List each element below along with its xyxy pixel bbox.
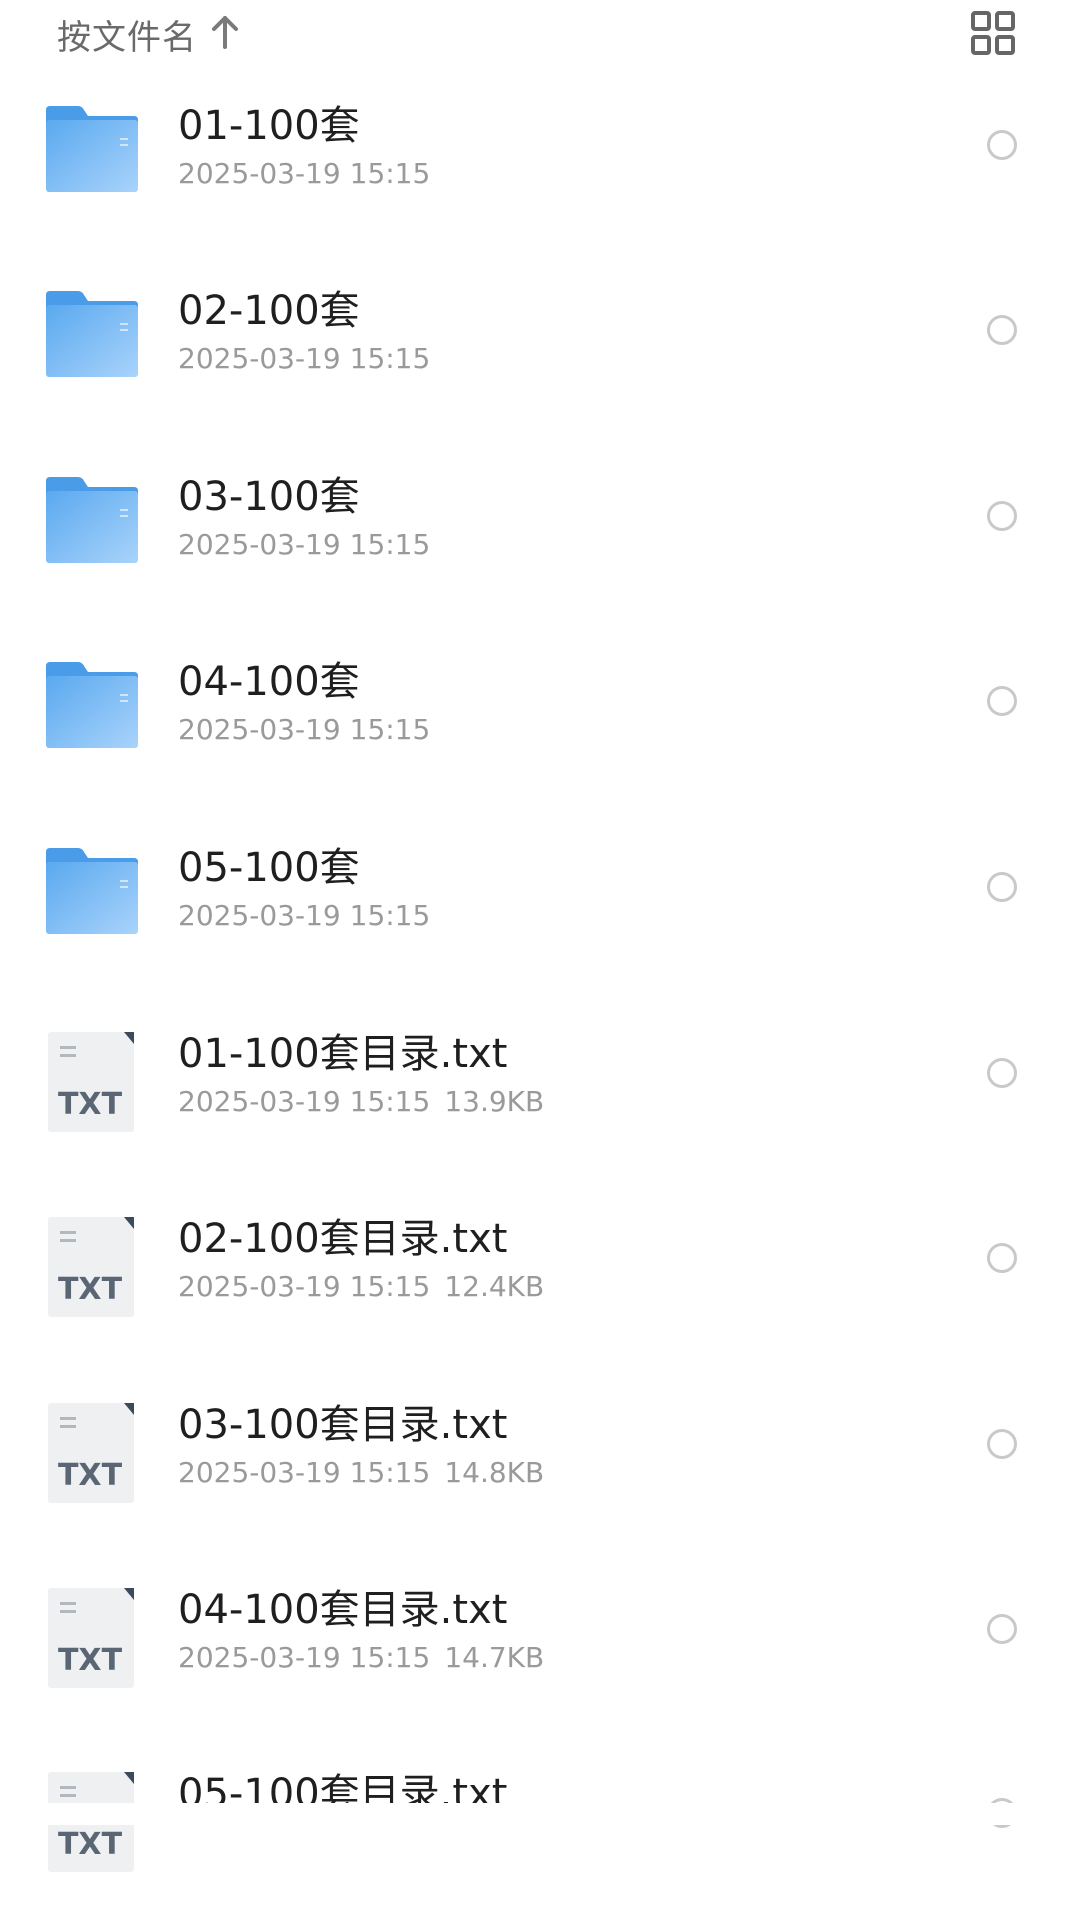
item-meta: 2025-03-19 15:15 13.9KB bbox=[178, 1084, 544, 1120]
item-date: 2025-03-19 15:15 bbox=[178, 899, 431, 932]
txt-file-icon: TXT bbox=[46, 1030, 138, 1134]
file-row[interactable]: TXT 02-100套目录.txt 2025-03-19 15:15 12.4KB bbox=[0, 1215, 1080, 1365]
select-radio[interactable] bbox=[987, 1243, 1017, 1273]
txt-file-icon: TXT bbox=[46, 1215, 138, 1319]
item-date: 2025-03-19 15:15 bbox=[178, 528, 431, 561]
file-row[interactable]: TXT 04-100套目录.txt 2025-03-19 15:15 14.7KB bbox=[0, 1586, 1080, 1736]
item-size: 12.4KB bbox=[444, 1270, 545, 1303]
folder-row[interactable]: 04-100套 2025-03-19 15:15 bbox=[0, 658, 1080, 808]
item-name: 04-100套目录.txt bbox=[178, 1587, 508, 1633]
select-radio[interactable] bbox=[987, 1429, 1017, 1459]
item-name: 04-100套 bbox=[178, 659, 360, 705]
select-radio[interactable] bbox=[987, 501, 1017, 531]
item-date: 2025-03-19 15:15 bbox=[178, 1456, 431, 1489]
item-meta: 2025-03-19 15:15 14.8KB bbox=[178, 1455, 544, 1491]
select-radio[interactable] bbox=[987, 872, 1017, 902]
select-radio[interactable] bbox=[987, 315, 1017, 345]
list-bottom-edge bbox=[0, 1803, 1080, 1825]
txt-file-icon: TXT bbox=[46, 1401, 138, 1505]
item-meta: 2025-03-19 15:15 bbox=[178, 156, 430, 192]
file-list: 01-100套 2025-03-19 15:15 02-100套 2025-03-1… bbox=[0, 0, 1080, 1872]
svg-text:TXT: TXT bbox=[58, 1272, 123, 1307]
folder-row[interactable]: 02-100套 2025-03-19 15:15 bbox=[0, 287, 1080, 437]
item-name: 05-100套 bbox=[178, 845, 360, 891]
file-row[interactable]: TXT 03-100套目录.txt 2025-03-19 15:15 14.8KB bbox=[0, 1401, 1080, 1551]
select-radio[interactable] bbox=[987, 1058, 1017, 1088]
folder-row[interactable]: 05-100套 2025-03-19 15:15 bbox=[0, 844, 1080, 994]
item-name: 02-100套 bbox=[178, 288, 360, 334]
item-name: 03-100套目录.txt bbox=[178, 1402, 508, 1448]
item-meta: 2025-03-19 15:15 bbox=[178, 341, 430, 377]
txt-file-icon: TXT bbox=[46, 1586, 138, 1690]
svg-text:TXT: TXT bbox=[58, 1458, 123, 1493]
select-radio[interactable] bbox=[987, 686, 1017, 716]
item-date: 2025-03-19 15:15 bbox=[178, 713, 431, 746]
file-row[interactable]: TXT 01-100套目录.txt 2025-03-19 15:15 13.9KB bbox=[0, 1030, 1080, 1180]
item-size: 14.7KB bbox=[444, 1641, 545, 1674]
item-meta: 2025-03-19 15:15 12.4KB bbox=[178, 1269, 544, 1305]
item-date: 2025-03-19 15:15 bbox=[178, 1085, 431, 1118]
folder-row[interactable]: 03-100套 2025-03-19 15:15 bbox=[0, 473, 1080, 623]
svg-text:TXT: TXT bbox=[58, 1827, 123, 1862]
folder-icon bbox=[44, 846, 140, 936]
file-row[interactable]: TXT 05-100套目录.txt bbox=[0, 1770, 1080, 1920]
item-size: 13.9KB bbox=[444, 1085, 545, 1118]
svg-text:TXT: TXT bbox=[58, 1643, 123, 1678]
item-name: 01-100套目录.txt bbox=[178, 1031, 508, 1077]
folder-icon bbox=[44, 104, 140, 194]
item-date: 2025-03-19 15:15 bbox=[178, 157, 431, 190]
folder-row[interactable]: 01-100套 2025-03-19 15:15 bbox=[0, 102, 1080, 252]
svg-text:TXT: TXT bbox=[58, 1087, 123, 1122]
item-name: 01-100套 bbox=[178, 103, 360, 149]
item-size: 14.8KB bbox=[444, 1456, 545, 1489]
item-date: 2025-03-19 15:15 bbox=[178, 1641, 431, 1674]
folder-icon bbox=[44, 289, 140, 379]
folder-icon bbox=[44, 660, 140, 750]
item-date: 2025-03-19 15:15 bbox=[178, 342, 431, 375]
item-meta: 2025-03-19 15:15 bbox=[178, 527, 430, 563]
select-radio[interactable] bbox=[987, 1614, 1017, 1644]
item-name: 02-100套目录.txt bbox=[178, 1216, 508, 1262]
item-date: 2025-03-19 15:15 bbox=[178, 1270, 431, 1303]
item-meta: 2025-03-19 15:15 bbox=[178, 898, 430, 934]
folder-icon bbox=[44, 475, 140, 565]
select-radio[interactable] bbox=[987, 130, 1017, 160]
item-meta: 2025-03-19 15:15 bbox=[178, 712, 430, 748]
item-meta: 2025-03-19 15:15 14.7KB bbox=[178, 1640, 544, 1676]
item-name: 03-100套 bbox=[178, 474, 360, 520]
